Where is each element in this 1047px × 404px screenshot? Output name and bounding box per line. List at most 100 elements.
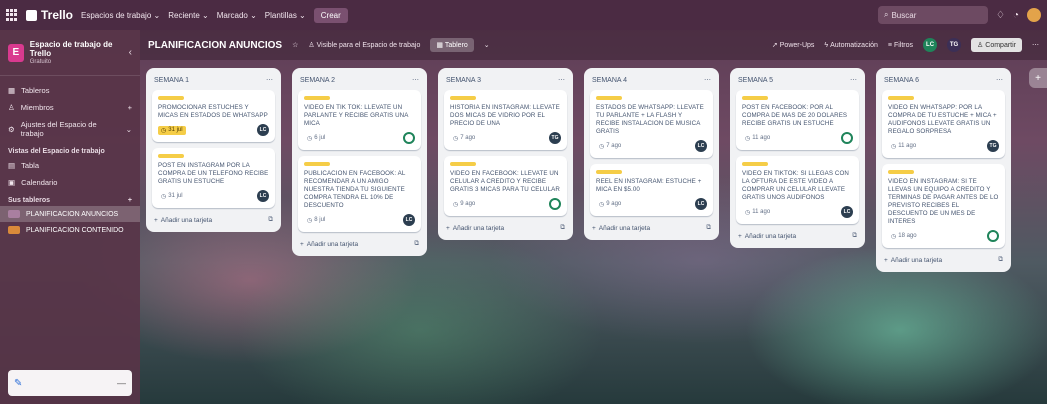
card-template-icon[interactable]: ⧉: [414, 240, 419, 248]
card-member-avatar[interactable]: LC: [695, 198, 707, 210]
list-header[interactable]: SEMANA 4 ⋯: [590, 74, 713, 90]
list-menu-icon[interactable]: ⋯: [996, 76, 1003, 84]
card-due-date[interactable]: ◷ 9 ago: [596, 200, 624, 209]
add-card-button[interactable]: + Añadir una tarjeta ⧉: [298, 238, 421, 250]
card[interactable]: VIDEO EN WHATSAPP: POR LA COMPRA DE TU E…: [882, 90, 1005, 158]
board-title[interactable]: PLANIFICACION ANUNCIOS: [148, 40, 282, 51]
card[interactable]: VIDEO EN INSTAGRAM: SI TE LLEVAS UN EQUI…: [882, 164, 1005, 248]
card-due-date[interactable]: ◷ 11 ago: [888, 142, 919, 151]
sidebar-promo-card[interactable]: ✎ —: [8, 370, 132, 396]
menu-recent[interactable]: Reciente ⌄: [168, 11, 209, 20]
card[interactable]: ESTADOS DE WHATSAPP: LLEVATE TU PARLANTE…: [590, 90, 713, 158]
card-template-icon[interactable]: ⧉: [998, 256, 1003, 264]
add-card-button[interactable]: + Añadir una tarjeta ⧉: [590, 222, 713, 234]
card-member-avatar[interactable]: LC: [257, 190, 269, 202]
card-member-avatar[interactable]: LC: [403, 214, 415, 226]
list-header[interactable]: SEMANA 1 ⋯: [152, 74, 275, 90]
card-due-date[interactable]: ◷ 8 jul: [304, 216, 328, 225]
list-title[interactable]: SEMANA 5: [738, 77, 773, 84]
filters-button[interactable]: ≡ Filtros: [888, 42, 913, 49]
add-card-button[interactable]: + Añadir una tarjeta ⧉: [444, 222, 567, 234]
list-header[interactable]: SEMANA 6 ⋯: [882, 74, 1005, 90]
card-member-avatar[interactable]: LC: [695, 140, 707, 152]
sidebar-item-calendar[interactable]: ▣ Calendario: [0, 174, 140, 191]
card[interactable]: HISTORIA EN INSTAGRAM: LLEVATE DOS MICAS…: [444, 90, 567, 150]
search-input[interactable]: ⌕ Buscar: [877, 6, 988, 24]
sidebar-board-planificacion-contenido[interactable]: PLANIFICACION CONTENIDO: [0, 222, 140, 238]
card-template-icon[interactable]: ⧉: [706, 224, 711, 232]
add-list-button[interactable]: +: [1029, 68, 1047, 88]
menu-workspaces[interactable]: Espacios de trabajo ⌄: [81, 11, 160, 20]
sidebar-item-settings[interactable]: ⚙ Ajustes del Espacio de trabajo ⌄: [0, 116, 140, 142]
list-header[interactable]: SEMANA 3 ⋯: [444, 74, 567, 90]
collapse-sidebar-icon[interactable]: ‹: [129, 47, 132, 58]
card-template-icon[interactable]: ⧉: [268, 216, 273, 224]
sidebar-board-planificacion-anuncios[interactable]: PLANIFICACION ANUNCIOS: [0, 206, 140, 222]
list-menu-icon[interactable]: ⋯: [850, 76, 857, 84]
card[interactable]: POST EN INSTAGRAM POR LA COMPRA DE UN TE…: [152, 148, 275, 208]
list-header[interactable]: SEMANA 5 ⋯: [736, 74, 859, 90]
create-button[interactable]: Crear: [313, 7, 348, 23]
card-member-avatar[interactable]: [403, 132, 415, 144]
menu-starred[interactable]: Marcado ⌄: [217, 11, 257, 20]
card[interactable]: PROMOCIONAR ESTUCHES Y MICAS EN ESTADOS …: [152, 90, 275, 142]
list-title[interactable]: SEMANA 4: [592, 77, 627, 84]
card-due-date[interactable]: ◷ 7 ago: [596, 142, 624, 151]
add-card-button[interactable]: + Añadir una tarjeta ⧉: [152, 214, 275, 226]
trello-logo[interactable]: Trello: [26, 8, 73, 22]
card-member-avatar[interactable]: [987, 230, 999, 242]
sidebar-item-boards[interactable]: ▦ Tableros: [0, 82, 140, 99]
card-member-avatar[interactable]: TG: [987, 140, 999, 152]
card-member-avatar[interactable]: LC: [841, 206, 853, 218]
member-avatar[interactable]: LC: [923, 38, 938, 52]
menu-templates[interactable]: Plantillas ⌄: [265, 11, 306, 20]
list-menu-icon[interactable]: ⋯: [558, 76, 565, 84]
list-menu-icon[interactable]: ⋯: [412, 76, 419, 84]
star-icon[interactable]: ☆: [292, 41, 298, 49]
card-due-date[interactable]: ◷ 6 jul: [304, 134, 328, 143]
card-due-date[interactable]: ◷ 7 ago: [450, 134, 478, 143]
card[interactable]: VIDEO EN TIKTOK: SI LLEGAS CON LA OFTURA…: [736, 156, 859, 224]
help-icon[interactable]: ◔: [1013, 10, 1019, 21]
card-due-date[interactable]: ◷ 11 ago: [742, 134, 773, 143]
card-member-avatar[interactable]: [549, 198, 561, 210]
add-card-button[interactable]: + Añadir una tarjeta ⧉: [736, 230, 859, 242]
list-title[interactable]: SEMANA 6: [884, 77, 919, 84]
card-due-date[interactable]: ◷ 31 jul: [158, 192, 186, 201]
workspace-header[interactable]: E Espacio de trabajo de Trello Gratuito …: [0, 36, 140, 76]
card[interactable]: VIDEO EN FACEBOOK: LLEVATE UN CELULAR A …: [444, 156, 567, 216]
member-avatar-2[interactable]: TG: [947, 38, 962, 52]
card[interactable]: VIDEO EN TIK TOK: LLEVATE UN PARLANTE Y …: [298, 90, 421, 150]
add-board-icon[interactable]: +: [128, 197, 132, 204]
card-template-icon[interactable]: ⧉: [852, 232, 857, 240]
list-menu-icon[interactable]: ⋯: [704, 76, 711, 84]
close-icon[interactable]: —: [117, 378, 126, 388]
sidebar-item-table[interactable]: ▤ Tabla: [0, 157, 140, 174]
automation-button[interactable]: ϟ Automatización: [824, 42, 878, 49]
notifications-icon[interactable]: ♢: [996, 10, 1005, 21]
card-member-avatar[interactable]: LC: [257, 124, 269, 136]
card-due-date[interactable]: ◷ 11 ago: [742, 208, 773, 217]
list-title[interactable]: SEMANA 2: [300, 77, 335, 84]
add-member-icon[interactable]: +: [128, 103, 132, 112]
list-title[interactable]: SEMANA 3: [446, 77, 481, 84]
sidebar-item-members[interactable]: ♙ Miembros +: [0, 99, 140, 116]
user-avatar[interactable]: [1027, 8, 1041, 22]
list-title[interactable]: SEMANA 1: [154, 77, 189, 84]
list-header[interactable]: SEMANA 2 ⋯: [298, 74, 421, 90]
list-menu-icon[interactable]: ⋯: [266, 76, 273, 84]
card[interactable]: PUBLICACION EN FACEBOOK: AL RECOMENDAR A…: [298, 156, 421, 232]
more-options-icon[interactable]: ⋯: [1032, 41, 1039, 49]
power-ups-button[interactable]: ➚ Power-Ups: [772, 41, 814, 49]
card-due-date[interactable]: ◷ 9 ago: [450, 200, 478, 209]
card-member-avatar[interactable]: [841, 132, 853, 144]
card-due-date[interactable]: ◷ 31 jul: [158, 125, 186, 135]
card-due-date[interactable]: ◷ 18 ago: [888, 232, 920, 241]
card[interactable]: POST EN FACEBOOK: POR AL COMPRA DE MAS D…: [736, 90, 859, 150]
view-board-button[interactable]: ▦ Tablero: [430, 38, 474, 52]
card-template-icon[interactable]: ⧉: [560, 224, 565, 232]
share-button[interactable]: ♙ Compartir: [971, 38, 1022, 52]
visibility-button[interactable]: ♙ Visible para el Espacio de trabajo: [308, 41, 420, 49]
add-card-button[interactable]: + Añadir una tarjeta ⧉: [882, 254, 1005, 266]
view-switcher-chevron-icon[interactable]: ⌄: [484, 41, 490, 49]
